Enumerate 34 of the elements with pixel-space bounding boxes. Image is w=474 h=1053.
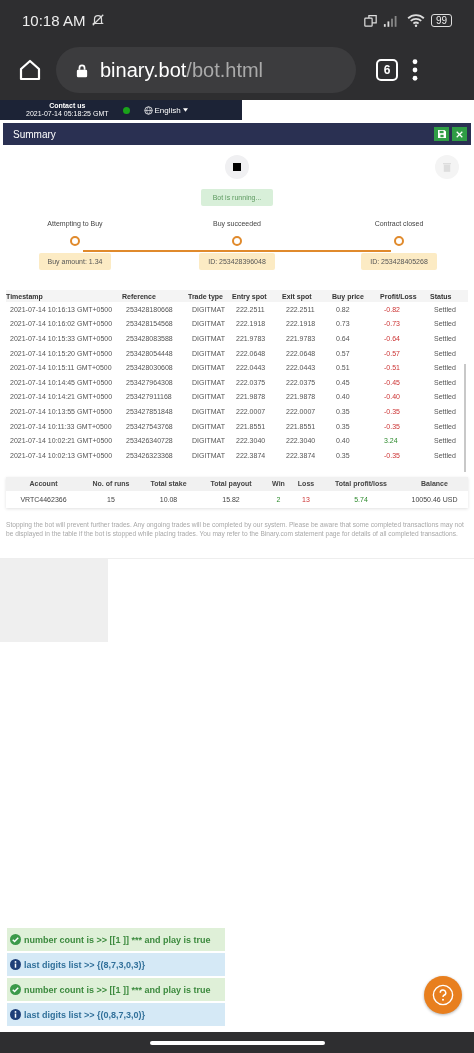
mute-icon <box>91 13 106 27</box>
step-node <box>70 236 80 246</box>
step-node <box>232 236 242 246</box>
log-message: number count is >> [[1 ]] *** and play is true <box>7 928 225 951</box>
tab-count-button[interactable]: 6 <box>376 59 398 81</box>
caret-icon <box>182 108 188 112</box>
stop-button[interactable] <box>225 155 249 179</box>
stop-icon <box>233 163 241 171</box>
save-button[interactable] <box>434 127 449 141</box>
close-button[interactable] <box>452 127 467 141</box>
url-text: binary.bot/bot.html <box>100 58 264 82</box>
more-menu-icon[interactable] <box>412 59 418 81</box>
close-icon <box>456 130 463 138</box>
log-message: number count is >> [[1 ]] *** and play is true <box>7 978 225 1001</box>
battery-indicator: 99 <box>430 13 452 27</box>
home-icon[interactable] <box>18 58 42 82</box>
gesture-handle[interactable] <box>149 1040 325 1045</box>
lock-icon <box>76 62 88 78</box>
info-icon <box>10 959 21 970</box>
question-icon <box>432 984 454 1006</box>
log-message: last digits list >> {(8,7,3,0,3)} <box>7 953 225 976</box>
address-bar[interactable]: binary.bot/bot.html <box>56 47 356 93</box>
info-icon <box>10 1009 21 1020</box>
check-circle-icon <box>10 934 21 945</box>
check-circle-icon <box>10 984 21 995</box>
globe-icon <box>143 105 153 115</box>
language-selector[interactable]: English <box>143 105 188 115</box>
step-node <box>394 236 404 246</box>
save-icon <box>437 130 446 138</box>
help-button[interactable] <box>424 976 462 1014</box>
panel-title: Summary <box>13 128 56 140</box>
clock-time: 10:18 AM <box>22 11 86 29</box>
log-message: last digits list >> {(0,8,7,3,0)} <box>7 1003 225 1026</box>
wifi-icon <box>406 13 425 27</box>
